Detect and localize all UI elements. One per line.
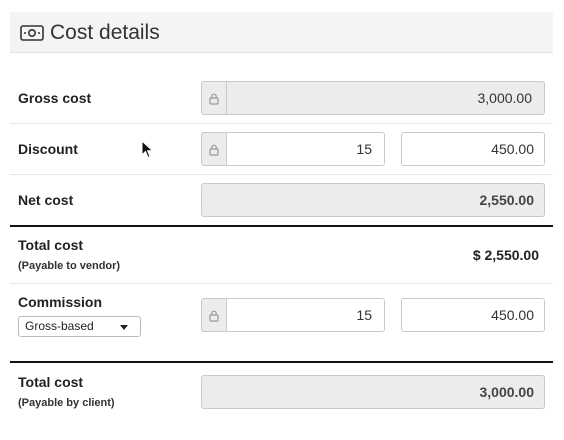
discount-label: Discount xyxy=(18,141,78,157)
net-cost-label: Net cost xyxy=(18,192,74,208)
mouse-cursor-icon xyxy=(141,140,154,159)
discount-amount-input[interactable]: 450.00 xyxy=(401,132,545,166)
chevron-down-icon xyxy=(120,325,128,330)
money-icon xyxy=(20,25,44,41)
section-divider xyxy=(10,361,553,363)
total-vendor-sublabel: (Payable to vendor) xyxy=(18,260,121,272)
total-client-field: 3,000.00 xyxy=(201,375,545,409)
lock-icon xyxy=(209,144,219,156)
gross-cost-label: Gross cost xyxy=(18,90,92,106)
lock-icon xyxy=(209,93,219,105)
discount-percent-input[interactable]: 15 xyxy=(226,132,385,166)
discount-lock xyxy=(201,132,226,166)
commission-amount-input[interactable]: 450.00 xyxy=(401,298,545,332)
row-divider xyxy=(10,174,553,175)
gross-cost-field: 3,000.00 xyxy=(226,81,545,115)
section-divider xyxy=(10,225,553,227)
total-client-label: Total cost xyxy=(18,374,84,390)
commission-label: Commission xyxy=(18,294,103,310)
lock-icon xyxy=(209,310,219,322)
total-vendor-label: Total cost xyxy=(18,237,84,253)
row-divider xyxy=(10,283,553,284)
gross-cost-lock xyxy=(201,81,226,115)
row-divider xyxy=(10,123,553,124)
commission-basis-value: Gross-based xyxy=(25,319,94,333)
commission-lock xyxy=(201,298,226,332)
total-vendor-value: $ 2,550.00 xyxy=(472,247,539,263)
commission-basis-select[interactable]: Gross-based xyxy=(18,316,141,337)
section-header: Cost details xyxy=(10,12,553,53)
total-client-sublabel: (Payable by client) xyxy=(18,397,115,409)
commission-percent-input[interactable]: 15 xyxy=(226,298,385,332)
section-title: Cost details xyxy=(50,21,160,44)
net-cost-field: 2,550.00 xyxy=(201,183,545,217)
